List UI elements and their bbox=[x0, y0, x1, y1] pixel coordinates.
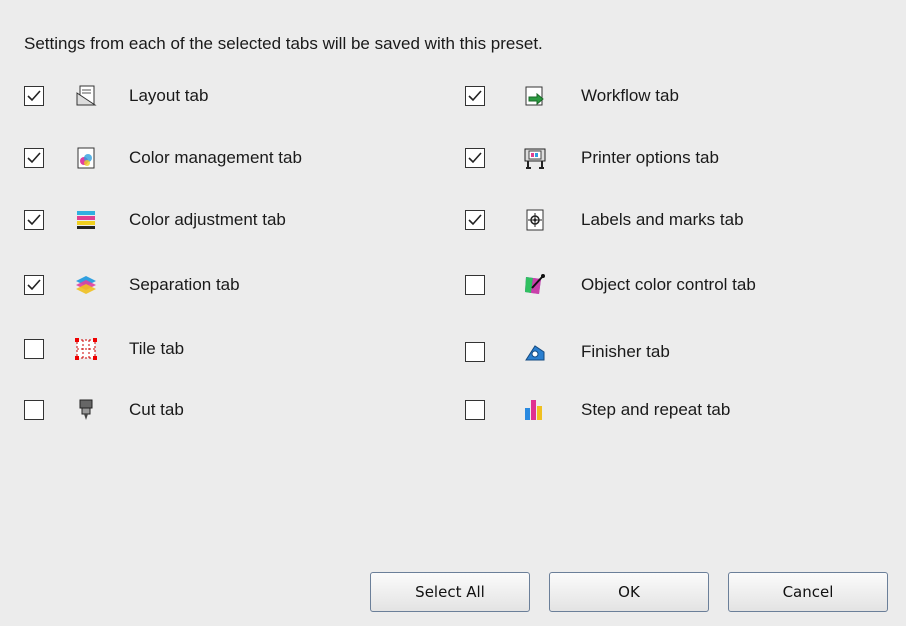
labels-marks-label: Labels and marks tab bbox=[581, 210, 744, 229]
color-adjustment-checkbox[interactable] bbox=[24, 210, 44, 230]
separation-checkbox[interactable] bbox=[24, 275, 44, 295]
finisher-label: Finisher tab bbox=[581, 342, 670, 361]
option-printer-options[interactable]: Printer options tab bbox=[465, 143, 885, 173]
cut-checkbox[interactable] bbox=[24, 400, 44, 420]
separation-label: Separation tab bbox=[129, 275, 240, 294]
finisher-icon bbox=[523, 340, 547, 364]
workflow-checkbox[interactable] bbox=[465, 86, 485, 106]
object-color-control-checkbox[interactable] bbox=[465, 275, 485, 295]
option-workflow[interactable]: Workflow tab bbox=[465, 81, 885, 111]
option-object-color-control[interactable]: Object color control tab bbox=[465, 270, 885, 300]
layout-icon bbox=[74, 84, 98, 108]
color-management-checkbox[interactable] bbox=[24, 148, 44, 168]
color-management-icon bbox=[74, 146, 98, 170]
cancel-button[interactable]: Cancel bbox=[728, 572, 888, 612]
ok-button[interactable]: OK bbox=[549, 572, 709, 612]
printer-options-checkbox[interactable] bbox=[465, 148, 485, 168]
layout-label: Layout tab bbox=[129, 86, 209, 105]
color-adjustment-label: Color adjustment tab bbox=[129, 210, 286, 229]
tile-label: Tile tab bbox=[129, 339, 185, 358]
step-repeat-icon bbox=[523, 398, 547, 422]
separation-icon bbox=[74, 273, 98, 297]
option-layout[interactable]: Layout tab bbox=[24, 81, 424, 111]
option-color-adjustment[interactable]: Color adjustment tab bbox=[24, 205, 424, 235]
option-color-management[interactable]: Color management tab bbox=[24, 143, 424, 173]
cut-icon bbox=[74, 398, 98, 422]
color-adjustment-icon bbox=[74, 208, 98, 232]
intro-text: Settings from each of the selected tabs … bbox=[24, 34, 543, 53]
tile-icon bbox=[74, 337, 98, 361]
cut-label: Cut tab bbox=[129, 400, 184, 419]
option-labels-marks[interactable]: Labels and marks tab bbox=[465, 205, 885, 235]
printer-options-icon bbox=[523, 146, 547, 170]
select-all-button[interactable]: Select All bbox=[370, 572, 530, 612]
object-color-icon bbox=[523, 273, 547, 297]
object-color-control-label: Object color control tab bbox=[581, 275, 756, 294]
layout-checkbox[interactable] bbox=[24, 86, 44, 106]
labels-marks-icon bbox=[523, 208, 547, 232]
workflow-icon bbox=[523, 84, 547, 108]
option-separation[interactable]: Separation tab bbox=[24, 270, 424, 300]
step-repeat-checkbox[interactable] bbox=[465, 400, 485, 420]
preset-dialog: Settings from each of the selected tabs … bbox=[0, 0, 906, 626]
step-repeat-label: Step and repeat tab bbox=[581, 400, 731, 419]
color-management-label: Color management tab bbox=[129, 148, 302, 167]
labels-marks-checkbox[interactable] bbox=[465, 210, 485, 230]
option-cut[interactable]: Cut tab bbox=[24, 395, 424, 425]
option-step-repeat[interactable]: Step and repeat tab bbox=[465, 395, 885, 425]
finisher-checkbox[interactable] bbox=[465, 342, 485, 362]
option-tile[interactable]: Tile tab bbox=[24, 334, 424, 364]
tile-checkbox[interactable] bbox=[24, 339, 44, 359]
option-finisher[interactable]: Finisher tab bbox=[465, 337, 885, 367]
printer-options-label: Printer options tab bbox=[581, 148, 719, 167]
workflow-label: Workflow tab bbox=[581, 86, 679, 105]
